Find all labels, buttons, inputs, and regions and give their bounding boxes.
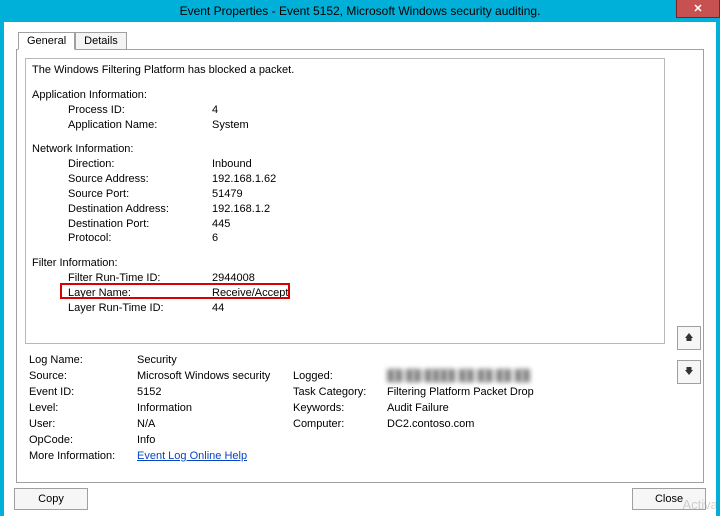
src-port-value: 51479 bbox=[212, 187, 243, 202]
nav-buttons bbox=[677, 326, 703, 384]
more-info-label: More Information: bbox=[29, 450, 137, 462]
app-info-header: Application Information: bbox=[32, 88, 658, 103]
user-value: N/A bbox=[137, 418, 293, 430]
computer-value: DC2.contoso.com bbox=[387, 418, 474, 430]
src-port-label: Source Port: bbox=[32, 187, 212, 202]
source-value: Microsoft Windows security bbox=[137, 370, 293, 382]
row-dst-addr: Destination Address: 192.168.1.2 bbox=[32, 202, 658, 217]
tab-strip: General Details bbox=[16, 30, 704, 50]
user-label: User: bbox=[29, 418, 137, 430]
meta-row-moreinfo: More Information: Event Log Online Help bbox=[29, 450, 665, 462]
event-metadata: Log Name: Security Source: Microsoft Win… bbox=[29, 354, 665, 462]
layer-rtid-value: 44 bbox=[212, 301, 224, 316]
row-layer-name: Layer Name: Receive/Accept bbox=[32, 286, 658, 301]
window-title: Event Properties - Event 5152, Microsoft… bbox=[4, 4, 716, 18]
opcode-label: OpCode: bbox=[29, 434, 137, 446]
keywords-value: Audit Failure bbox=[387, 402, 449, 414]
src-addr-label: Source Address: bbox=[32, 172, 212, 187]
app-name-value: System bbox=[212, 118, 249, 133]
client-area: General Details The Windows Filtering Pl… bbox=[4, 22, 716, 491]
dst-addr-label: Destination Address: bbox=[32, 202, 212, 217]
arrow-up-icon bbox=[684, 332, 694, 345]
row-app-name: Application Name: System bbox=[32, 118, 658, 133]
direction-value: Inbound bbox=[212, 157, 252, 172]
filter-rtid-label: Filter Run-Time ID: bbox=[32, 271, 212, 286]
source-label: Source: bbox=[29, 370, 137, 382]
dst-port-value: 445 bbox=[212, 217, 230, 232]
filter-info-header: Filter Information: bbox=[32, 256, 658, 271]
row-filter-rtid: Filter Run-Time ID: 2944008 bbox=[32, 271, 658, 286]
titlebar: Event Properties - Event 5152, Microsoft… bbox=[4, 0, 716, 22]
tab-general[interactable]: General bbox=[18, 32, 75, 50]
dst-port-label: Destination Port: bbox=[32, 217, 212, 232]
dst-addr-value: 192.168.1.2 bbox=[212, 202, 270, 217]
level-label: Level: bbox=[29, 402, 137, 414]
net-info-header: Network Information: bbox=[32, 142, 658, 157]
logged-value: ██/██/████ ██:██:██ ██ bbox=[387, 370, 530, 382]
level-value: Information bbox=[137, 402, 293, 414]
window-close-button[interactable]: ✕ bbox=[676, 0, 720, 18]
protocol-label: Protocol: bbox=[32, 231, 212, 246]
opcode-value: Info bbox=[137, 434, 293, 446]
filter-rtid-value: 2944008 bbox=[212, 271, 255, 286]
arrow-down-icon bbox=[684, 366, 694, 379]
app-name-label: Application Name: bbox=[32, 118, 212, 133]
row-layer-rtid: Layer Run-Time ID: 44 bbox=[32, 301, 658, 316]
tab-details[interactable]: Details bbox=[75, 32, 127, 50]
direction-label: Direction: bbox=[32, 157, 212, 172]
close-icon: ✕ bbox=[693, 2, 702, 15]
layer-rtid-label: Layer Run-Time ID: bbox=[32, 301, 212, 316]
meta-row-logname: Log Name: Security bbox=[29, 354, 665, 366]
src-addr-value: 192.168.1.62 bbox=[212, 172, 276, 187]
process-id-label: Process ID: bbox=[32, 103, 212, 118]
meta-row-eventid: Event ID: 5152 Task Category: Filtering … bbox=[29, 386, 665, 398]
close-button[interactable]: Close bbox=[632, 488, 706, 510]
meta-row-user: User: N/A Computer: DC2.contoso.com bbox=[29, 418, 665, 430]
row-direction: Direction: Inbound bbox=[32, 157, 658, 172]
event-id-value: 5152 bbox=[137, 386, 293, 398]
process-id-value: 4 bbox=[212, 103, 218, 118]
event-id-label: Event ID: bbox=[29, 386, 137, 398]
meta-row-source: Source: Microsoft Windows security Logge… bbox=[29, 370, 665, 382]
row-src-port: Source Port: 51479 bbox=[32, 187, 658, 202]
protocol-value: 6 bbox=[212, 231, 218, 246]
task-category-value: Filtering Platform Packet Drop bbox=[387, 386, 534, 398]
keywords-label: Keywords: bbox=[293, 402, 387, 414]
log-name-value: Security bbox=[137, 354, 293, 366]
layer-name-value: Receive/Accept bbox=[212, 286, 288, 301]
task-category-label: Task Category: bbox=[293, 386, 387, 398]
layer-name-label: Layer Name: bbox=[32, 286, 212, 301]
row-dst-port: Destination Port: 445 bbox=[32, 217, 658, 232]
log-name-label: Log Name: bbox=[29, 354, 137, 366]
row-protocol: Protocol: 6 bbox=[32, 231, 658, 246]
row-src-addr: Source Address: 192.168.1.62 bbox=[32, 172, 658, 187]
summary-line: The Windows Filtering Platform has block… bbox=[32, 63, 658, 78]
tab-panel-general: The Windows Filtering Platform has block… bbox=[16, 49, 704, 483]
dialog-button-bar: Copy Close bbox=[14, 488, 706, 510]
copy-button[interactable]: Copy bbox=[14, 488, 88, 510]
meta-row-level: Level: Information Keywords: Audit Failu… bbox=[29, 402, 665, 414]
row-process-id: Process ID: 4 bbox=[32, 103, 658, 118]
meta-row-opcode: OpCode: Info bbox=[29, 434, 665, 446]
online-help-link[interactable]: Event Log Online Help bbox=[137, 450, 247, 462]
next-event-button[interactable] bbox=[677, 360, 701, 384]
event-properties-window: Event Properties - Event 5152, Microsoft… bbox=[4, 0, 716, 516]
computer-label: Computer: bbox=[293, 418, 387, 430]
event-message-box: The Windows Filtering Platform has block… bbox=[25, 58, 665, 344]
logged-label: Logged: bbox=[293, 370, 387, 382]
prev-event-button[interactable] bbox=[677, 326, 701, 350]
